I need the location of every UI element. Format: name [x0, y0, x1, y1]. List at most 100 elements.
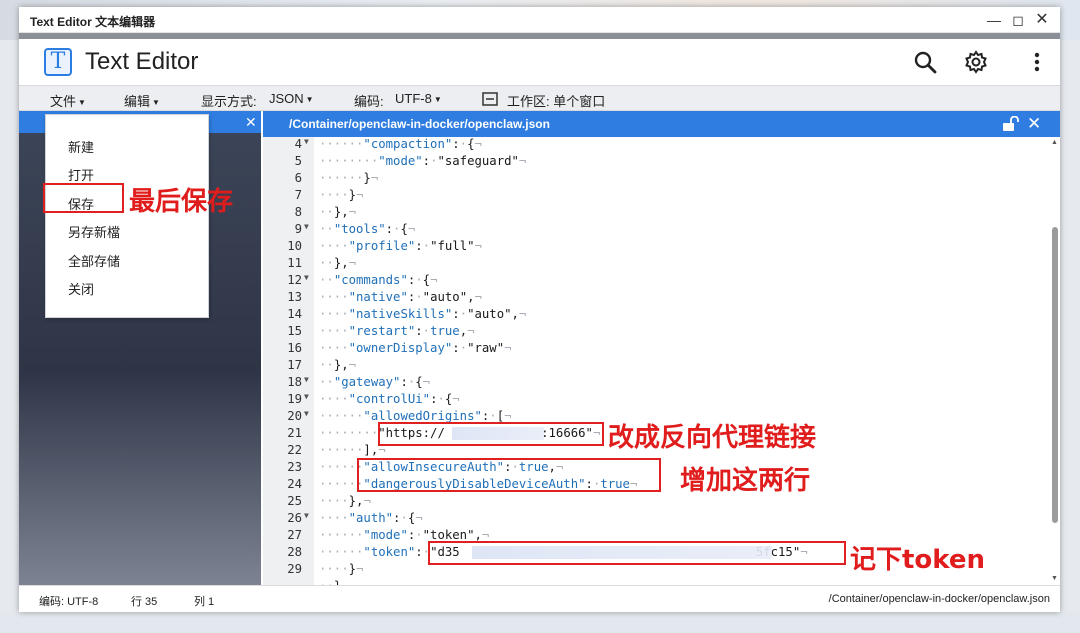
- line-number: 25: [287, 494, 302, 508]
- line-number: 23: [287, 460, 302, 474]
- line-number: 21: [287, 426, 302, 440]
- line-number: 9: [294, 222, 302, 236]
- code-text: ····"restart":·true,¬: [319, 324, 475, 338]
- code-line[interactable]: 16 ····"ownerDisplay":·"raw"¬: [263, 341, 1053, 358]
- menu-item-save-all[interactable]: 全部存储: [68, 251, 120, 270]
- workspace-icon[interactable]: [482, 92, 498, 106]
- code-line[interactable]: 7 ····}¬: [263, 188, 1053, 205]
- menu-item-close[interactable]: 关闭: [68, 279, 94, 298]
- menu-item-save-as[interactable]: 另存新檔: [68, 222, 120, 241]
- fold-toggle-icon[interactable]: ▼: [304, 137, 309, 146]
- code-line[interactable]: 19 ▼ ····"controlUi":·{¬: [263, 392, 1053, 409]
- line-number: 4: [294, 137, 302, 151]
- more-options-icon[interactable]: [1024, 49, 1050, 75]
- encoding-select[interactable]: UTF-8 ▼: [395, 91, 442, 106]
- code-text: ··},¬: [319, 358, 357, 372]
- close-window-icon[interactable]: ✕: [1033, 11, 1051, 29]
- code-text: ··},¬: [319, 256, 357, 270]
- menu-edit[interactable]: 编辑 ▼: [124, 91, 160, 110]
- code-text: ····}¬: [319, 188, 364, 202]
- close-tab-icon[interactable]: ✕: [1027, 114, 1041, 134]
- code-line[interactable]: 14 ····"nativeSkills":·"auto",¬: [263, 307, 1053, 324]
- annotation-save: 最后保存: [129, 187, 234, 217]
- workspace-mode[interactable]: 工作区: 单个窗口: [507, 91, 605, 110]
- chevron-down-icon: ▼: [305, 95, 314, 104]
- fold-toggle-icon[interactable]: ▼: [304, 222, 309, 231]
- status-row: 行 35: [131, 596, 158, 608]
- code-line[interactable]: 15 ····"restart":·true,¬: [263, 324, 1053, 341]
- code-line[interactable]: 25 ····},¬: [263, 494, 1053, 511]
- code-line[interactable]: 8 ··},¬: [263, 205, 1053, 222]
- scroll-down-icon[interactable]: ▼: [1051, 575, 1058, 582]
- annotation-add-lines: 增加这两行: [680, 466, 811, 496]
- app-header: T Text Editor: [19, 39, 1060, 85]
- code-text: ····"nativeSkills":·"auto",¬: [319, 307, 527, 321]
- fold-toggle-icon[interactable]: ▼: [304, 409, 309, 418]
- code-text: ········"mode":·"safeguard"¬: [319, 154, 527, 168]
- line-number: 27: [287, 528, 302, 542]
- status-column: 列 1: [194, 596, 215, 608]
- status-encoding: 编码: UTF-8: [39, 596, 99, 608]
- menu-file[interactable]: 文件 ▼: [50, 91, 86, 110]
- code-line[interactable]: 12 ▼ ··"commands":·{¬: [263, 273, 1053, 290]
- menu-item-new[interactable]: 新建: [68, 137, 94, 156]
- chevron-down-icon: ▼: [78, 98, 86, 107]
- code-text: ····"auth":·{¬: [319, 511, 423, 525]
- vertical-scrollbar[interactable]: ▲ ▼: [1049, 137, 1060, 585]
- code-text: ····}¬: [319, 562, 364, 576]
- annotation-token: 记下token: [850, 545, 986, 575]
- line-number: 5: [294, 154, 302, 168]
- maximize-icon[interactable]: ◻: [1009, 11, 1027, 29]
- fold-toggle-icon[interactable]: ▼: [304, 273, 309, 282]
- gear-icon[interactable]: [963, 49, 989, 75]
- encoding-label: 编码:: [354, 94, 384, 109]
- menu-bar: 文件 ▼ 编辑 ▼ 显示方式: JSON ▼ 编码: UTF-8 ▼ 工作区: 单个窗口: [19, 85, 1060, 111]
- code-line[interactable]: 26 ▼ ····"auth":·{¬: [263, 511, 1053, 528]
- code-area[interactable]: 4 ▼ ······"compaction":·{¬ 5 ········"mode":…: [263, 137, 1053, 585]
- line-number: 8: [294, 205, 302, 219]
- close-panel-icon[interactable]: ✕: [245, 114, 257, 131]
- code-text: ······"allowedOrigins":·[¬: [319, 409, 512, 423]
- line-number: 14: [287, 307, 302, 321]
- code-text: ··},¬: [319, 205, 357, 219]
- menu-item-open[interactable]: 打开: [68, 165, 94, 184]
- line-number: 17: [287, 358, 302, 372]
- annotation-proxy: 改成反向代理链接: [608, 423, 817, 453]
- minimize-icon[interactable]: —: [985, 11, 1003, 29]
- token-highlight-box: [428, 541, 846, 565]
- fold-toggle-icon[interactable]: ▼: [304, 375, 309, 384]
- code-text: ····"controlUi":·{¬: [319, 392, 460, 406]
- code-text: ····"native":·"auto",¬: [319, 290, 482, 304]
- added-lines-highlight-box: [357, 458, 661, 492]
- code-line[interactable]: 6 ······}¬: [263, 171, 1053, 188]
- editor-tab-header: /Container/openclaw-in-docker/openclaw.j…: [263, 111, 1060, 137]
- line-number: 18: [287, 375, 302, 389]
- code-line[interactable]: 11 ··},¬: [263, 256, 1053, 273]
- unlock-icon[interactable]: [1002, 116, 1020, 132]
- code-line[interactable]: 10 ····"profile":·"full"¬: [263, 239, 1053, 256]
- line-number: 26: [287, 511, 302, 525]
- text-editor-window: Text Editor 文本编辑器 — ◻ ✕ T Text Editor 文件…: [19, 7, 1060, 612]
- line-number: 13: [287, 290, 302, 304]
- fold-toggle-icon[interactable]: ▼: [304, 511, 309, 520]
- chevron-down-icon: ▼: [152, 98, 160, 107]
- scrollbar-thumb[interactable]: [1052, 227, 1058, 523]
- scroll-up-icon[interactable]: ▲: [1051, 139, 1058, 146]
- display-mode-select[interactable]: JSON ▼: [269, 91, 314, 106]
- proxy-url-highlight-box: [378, 422, 604, 446]
- code-line[interactable]: 4 ▼ ······"compaction":·{¬: [263, 137, 1053, 154]
- status-file-path: /Container/openclaw-in-docker/openclaw.j…: [828, 593, 1050, 605]
- code-line[interactable]: 5 ········"mode":·"safeguard"¬: [263, 154, 1053, 171]
- editor-pane: /Container/openclaw-in-docker/openclaw.j…: [263, 111, 1060, 585]
- code-line[interactable]: 17 ··},¬: [263, 358, 1053, 375]
- text-editor-logo-icon: T: [44, 48, 72, 76]
- code-line[interactable]: 13 ····"native":·"auto",¬: [263, 290, 1053, 307]
- code-text: ····"ownerDisplay":·"raw"¬: [319, 341, 512, 355]
- fold-toggle-icon[interactable]: ▼: [304, 392, 309, 401]
- code-line[interactable]: 18 ▼ ··"gateway":·{¬: [263, 375, 1053, 392]
- line-number: 12: [287, 273, 302, 287]
- app-title: Text Editor: [85, 48, 199, 75]
- line-number: 22: [287, 443, 302, 457]
- code-line[interactable]: 9 ▼ ··"tools":·{¬: [263, 222, 1053, 239]
- search-icon[interactable]: [912, 49, 938, 75]
